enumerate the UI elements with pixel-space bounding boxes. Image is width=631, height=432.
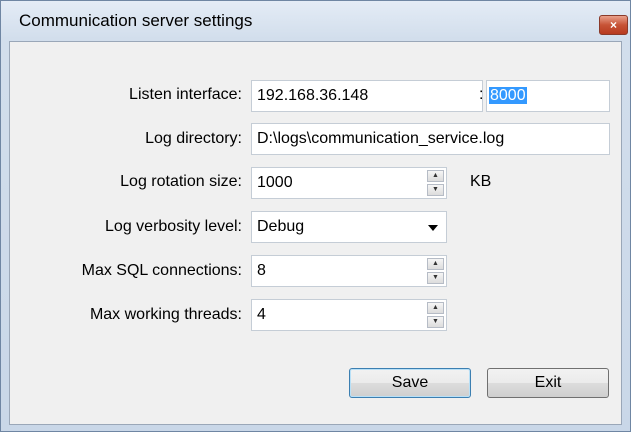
title-bar[interactable]: Communication server settings × <box>1 1 630 39</box>
log-rotation-unit: KB <box>470 173 492 190</box>
log-directory-label: Log directory: <box>145 130 242 147</box>
spin-down-icon[interactable]: ▼ <box>427 272 444 284</box>
listen-port-value: 8000 <box>489 87 527 104</box>
dialog-client-area: Listen interface: Log directory: Log rot… <box>9 41 622 425</box>
labels-column: Listen interface: Log directory: Log rot… <box>10 42 242 424</box>
log-verbosity-dropdown[interactable]: Debug <box>251 211 447 243</box>
listen-interface-label: Listen interface: <box>129 86 242 103</box>
log-rotation-size-value: 1000 <box>257 174 293 191</box>
spin-up-icon[interactable]: ▲ <box>427 258 444 270</box>
close-icon: × <box>609 18 617 32</box>
close-button[interactable]: × <box>599 15 628 35</box>
max-working-threads-label: Max working threads: <box>89 306 242 323</box>
log-rotation-size-label: Log rotation size: <box>120 173 242 190</box>
window-title: Communication server settings <box>19 11 253 30</box>
log-directory-input[interactable]: D:\logs\communication_service.log <box>251 123 610 155</box>
spin-down-icon[interactable]: ▼ <box>427 184 444 196</box>
log-verbosity-label: Log verbosity level: <box>105 218 242 235</box>
log-verbosity-value: Debug <box>257 218 305 235</box>
max-working-threads-value: 4 <box>257 306 266 323</box>
max-sql-connections-value: 8 <box>257 262 266 279</box>
spin-up-icon[interactable]: ▲ <box>427 302 444 314</box>
max-sql-connections-spinner[interactable]: 8 ▲ ▼ <box>251 255 447 287</box>
exit-button[interactable]: Exit <box>487 368 609 398</box>
log-rotation-size-spinner[interactable]: 1000 ▲ ▼ <box>251 167 447 199</box>
max-working-threads-spinner[interactable]: 4 ▲ ▼ <box>251 299 447 331</box>
listen-ip-input[interactable]: 192.168.36.148 <box>251 80 483 112</box>
save-button[interactable]: Save <box>349 368 471 398</box>
spin-down-icon[interactable]: ▼ <box>427 316 444 328</box>
max-sql-connections-label: Max SQL connections: <box>81 262 242 279</box>
max-sql-connections-spin-buttons: ▲ ▼ <box>427 258 444 284</box>
settings-dialog: Communication server settings × Listen i… <box>0 0 631 432</box>
listen-port-input[interactable]: 8000 <box>486 80 610 112</box>
ip-port-separator: : <box>479 86 484 103</box>
log-rotation-size-spin-buttons: ▲ ▼ <box>427 170 444 196</box>
spin-up-icon[interactable]: ▲ <box>427 170 444 182</box>
max-working-threads-spin-buttons: ▲ ▼ <box>427 302 444 328</box>
chevron-down-icon[interactable] <box>428 225 438 231</box>
